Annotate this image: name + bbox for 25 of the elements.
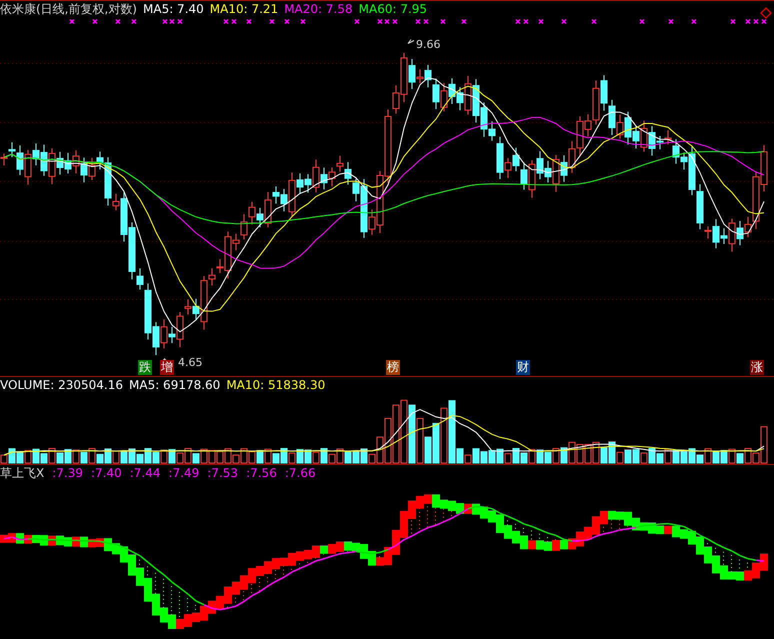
- price-label: 4.65: [178, 357, 202, 369]
- leader-line: [408, 39, 414, 44]
- event-marker: 涨: [750, 360, 764, 375]
- indicator-value: :7.39: [52, 466, 83, 480]
- event-marker: 增: [160, 360, 174, 375]
- indicator-value: :7.40: [91, 466, 122, 480]
- event-marker: 财: [516, 360, 530, 375]
- chart-title: 依米康(日线,前复权,对数): [0, 2, 137, 16]
- diamond-icon: [760, 7, 772, 19]
- indicator-value: MA10: 51838.30: [226, 378, 326, 392]
- indicator-value: MA20: 7.58: [284, 2, 353, 16]
- indicator-value: MA5: 69178.60: [129, 378, 220, 392]
- event-marker: 跌: [138, 360, 152, 375]
- indicator-name: 草上飞X: [0, 466, 44, 480]
- indicator-value: :7.49: [168, 466, 200, 480]
- indicator-value: MA60: 7.95: [358, 2, 428, 16]
- indicator-value: :7.66: [284, 466, 316, 480]
- indicator-value: :7.44: [130, 466, 161, 480]
- indicator-value: MA5: 7.40: [143, 2, 204, 16]
- price-label: 9.66: [416, 39, 440, 51]
- indicator-value: VOLUME: 230504.16: [0, 378, 123, 392]
- indicator-value: MA10: 7.21: [210, 2, 278, 16]
- event-marker: 榜: [386, 360, 400, 375]
- indicator-value: :7.53: [207, 466, 238, 480]
- indicator-value: :7.56: [246, 466, 277, 480]
